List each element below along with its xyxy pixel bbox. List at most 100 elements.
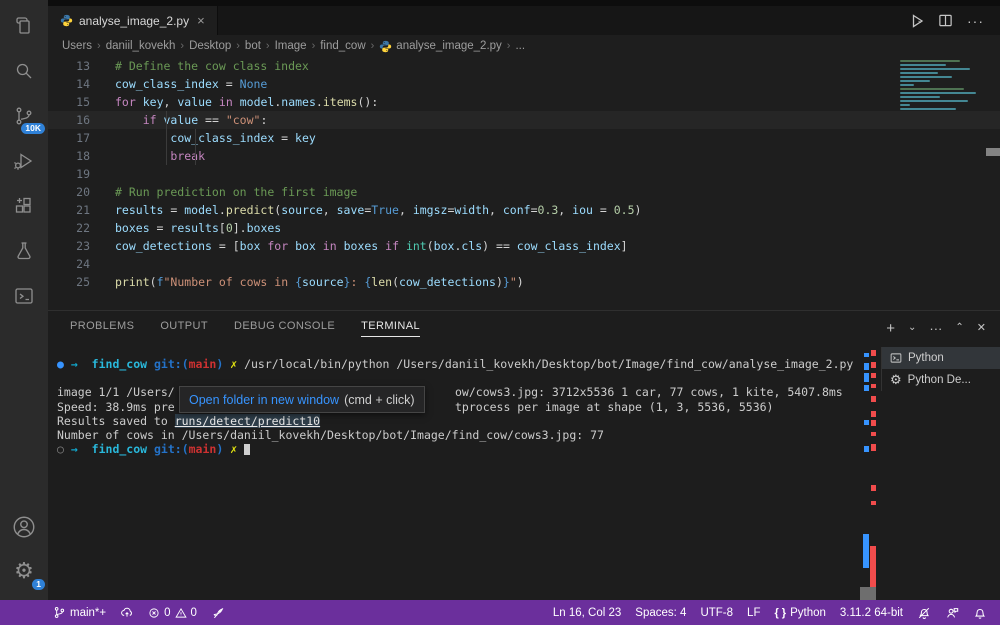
line-number[interactable]: 13 — [48, 57, 90, 75]
code-line[interactable]: 22boxes = results[0].boxes — [48, 219, 1000, 237]
terminal-list-item[interactable]: ⚙Python De... — [882, 369, 1000, 391]
tab-close-icon[interactable]: × — [195, 13, 207, 28]
encoding-status[interactable]: UTF-8 — [693, 607, 740, 619]
account-icon[interactable] — [10, 513, 38, 541]
code-line[interactable]: 16 if value == "cow": — [48, 111, 1000, 129]
cloud-upload-icon — [120, 606, 134, 619]
panel-tabs: PROBLEMSOUTPUTDEBUG CONSOLETERMINAL + ⌄ … — [48, 311, 1000, 345]
run-dropdown-icon[interactable]: ⌄ — [916, 15, 924, 26]
terminal-dropdown-icon[interactable]: ⌄ — [908, 323, 916, 333]
code-line[interactable]: 17 cow_class_index = key — [48, 129, 1000, 147]
source-control-icon[interactable]: 10K — [10, 102, 38, 130]
terminal-list: Python⚙Python De... — [881, 347, 1000, 391]
warnings-icon — [175, 607, 187, 619]
minimap[interactable] — [900, 60, 1000, 112]
new-terminal-icon[interactable]: + — [886, 321, 895, 336]
split-editor-icon[interactable] — [938, 13, 953, 28]
line-number[interactable]: 15 — [48, 93, 90, 111]
code-line[interactable]: 25print(f"Number of cows in {source}: {l… — [48, 273, 1000, 291]
settings-gear-icon[interactable]: ⚙ 1 — [10, 558, 38, 586]
panel-tab-terminal[interactable]: TERMINAL — [361, 320, 420, 337]
code-line[interactable]: 24 — [48, 255, 1000, 273]
breadcrumb-item[interactable]: analyse_image_2.py — [379, 40, 502, 53]
breadcrumb-item[interactable]: Image — [275, 40, 307, 52]
code-line[interactable]: 20# Run prediction on the first image — [48, 183, 1000, 201]
terminal-list-item[interactable]: Python — [882, 347, 1000, 369]
panel-tab-problems[interactable]: PROBLEMS — [70, 320, 134, 337]
indent-guide — [195, 129, 196, 165]
overview-mark — [871, 396, 876, 402]
branch-status[interactable]: main*+ — [46, 606, 113, 619]
breadcrumb-item[interactable]: ... — [515, 40, 525, 52]
overview-mark — [864, 373, 869, 382]
extensions-icon[interactable] — [10, 192, 38, 220]
breadcrumb-items: Users›daniil_kovekh›Desktop›bot›Image›fi… — [62, 40, 525, 53]
run-button[interactable]: ⌄ — [909, 13, 924, 29]
line-number[interactable]: 22 — [48, 219, 90, 237]
cursor-position-status[interactable]: Ln 16, Col 23 — [546, 607, 628, 619]
breadcrumb-item[interactable]: Users — [62, 40, 92, 52]
launch-status[interactable] — [204, 606, 232, 619]
run-debug-icon[interactable] — [10, 147, 38, 175]
python-file-icon — [60, 14, 73, 27]
breadcrumb-item[interactable]: bot — [245, 40, 261, 52]
line-number[interactable]: 24 — [48, 255, 90, 273]
terminal-link[interactable]: runs/detect/predict10 — [175, 414, 320, 428]
panel-tab-debug-console[interactable]: DEBUG CONSOLE — [234, 320, 335, 337]
python-interpreter-status[interactable]: 3.11.2 64-bit — [833, 607, 910, 619]
line-number[interactable]: 21 — [48, 201, 90, 219]
code-line[interactable]: 19 — [48, 165, 1000, 183]
maximize-panel-icon[interactable]: ⌃ — [955, 323, 963, 333]
code-line[interactable]: 13# Define the cow class index — [48, 57, 1000, 75]
line-number[interactable]: 16 — [48, 111, 90, 129]
line-number[interactable]: 17 — [48, 129, 90, 147]
line-number[interactable]: 23 — [48, 237, 90, 255]
bell-icon — [973, 606, 987, 620]
publish-changes-button[interactable] — [113, 606, 141, 619]
editor-scrollbar-thumb[interactable] — [986, 148, 1000, 156]
indentation-status[interactable]: Spaces: 4 — [628, 607, 693, 619]
vscode-window: 10K ⚙ 1 analyse_image_2.py × — [0, 0, 1000, 625]
terminal[interactable]: ● → find_cow git:(main) ✗ /usr/local/bin… — [48, 345, 860, 601]
more-actions-icon[interactable]: ··· — [967, 13, 984, 29]
panel-tab-output[interactable]: OUTPUT — [160, 320, 208, 337]
terminal-overview-ruler — [860, 345, 880, 601]
code-line[interactable]: 14cow_class_index = None — [48, 75, 1000, 93]
breadcrumb-item[interactable]: find_cow — [320, 40, 365, 52]
search-icon[interactable] — [10, 57, 38, 85]
tab-analyse-image[interactable]: analyse_image_2.py × — [48, 6, 218, 35]
overview-mark — [871, 485, 876, 491]
explorer-icon[interactable] — [10, 12, 38, 40]
close-panel-icon[interactable]: ✕ — [977, 323, 986, 334]
code-line[interactable]: 15for key, value in model.names.items(): — [48, 93, 1000, 111]
overview-mark — [864, 446, 869, 452]
line-number[interactable]: 20 — [48, 183, 90, 201]
breadcrumb-item[interactable]: Desktop — [189, 40, 231, 52]
eol-status[interactable]: LF — [740, 607, 767, 619]
overview-mark — [871, 444, 876, 451]
bottom-panel: PROBLEMSOUTPUTDEBUG CONSOLETERMINAL + ⌄ … — [48, 310, 1000, 600]
code-editor[interactable]: 13# Define the cow class index14cow_clas… — [48, 57, 1000, 310]
breadcrumb-item[interactable]: daniil_kovekh — [106, 40, 176, 52]
testing-icon[interactable] — [10, 237, 38, 265]
code-line[interactable]: 21results = model.predict(source, save=T… — [48, 201, 1000, 219]
line-number[interactable]: 19 — [48, 165, 90, 183]
branch-icon — [53, 606, 66, 619]
line-number[interactable]: 14 — [48, 75, 90, 93]
breadcrumb-separator: › — [97, 40, 101, 52]
open-folder-link[interactable]: Open folder in new window — [189, 393, 339, 407]
code-line[interactable]: 18 break — [48, 147, 1000, 165]
line-number[interactable]: 18 — [48, 147, 90, 165]
problems-status[interactable]: 0 0 — [141, 607, 204, 619]
terminal-extension-icon[interactable] — [10, 282, 38, 310]
notifications-button[interactable] — [966, 606, 994, 620]
panel-more-icon[interactable]: ··· — [929, 322, 942, 335]
notifications-muted-button[interactable] — [910, 606, 938, 620]
code-line[interactable]: 23cow_detections = [box for box in boxes… — [48, 237, 1000, 255]
line-number[interactable]: 25 — [48, 273, 90, 291]
debug-gear-icon: ⚙ — [890, 374, 902, 387]
feedback-button[interactable] — [938, 606, 966, 620]
feedback-icon — [945, 606, 959, 620]
language-mode-status[interactable]: { } Python — [767, 607, 832, 619]
breadcrumb-separator: › — [507, 40, 511, 52]
